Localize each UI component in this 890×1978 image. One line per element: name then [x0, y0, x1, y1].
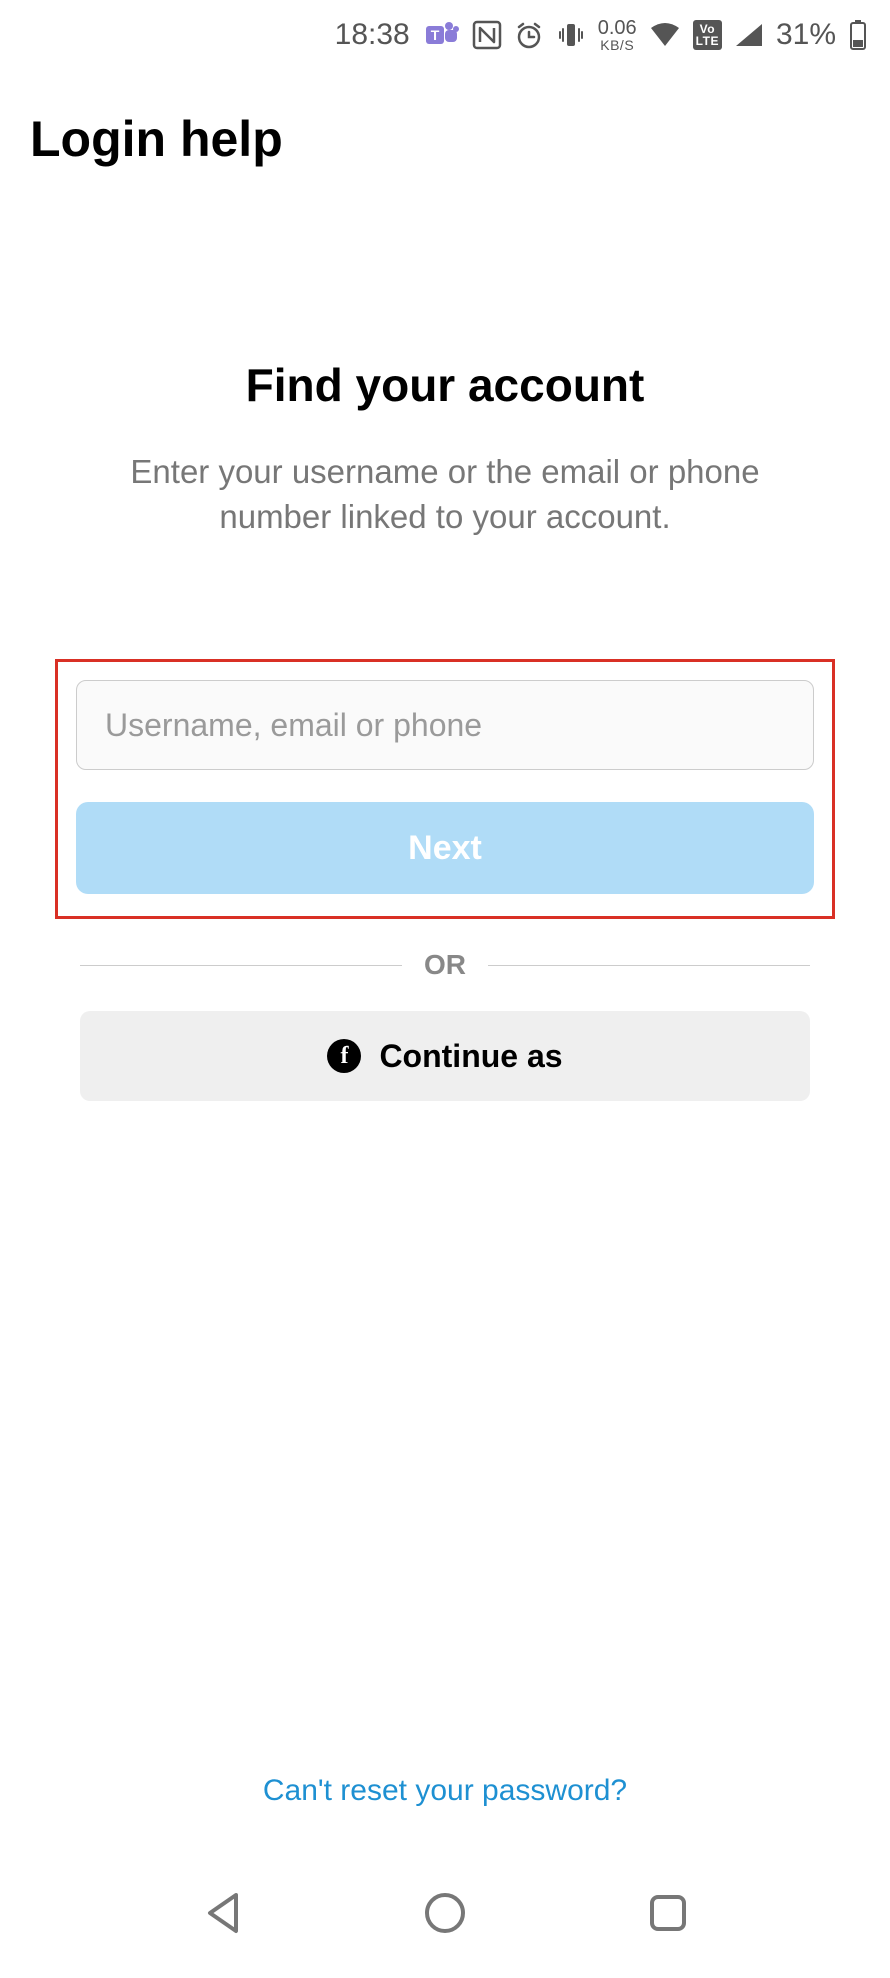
vibrate-icon — [556, 20, 586, 50]
volte-icon: Vo LTE — [693, 20, 722, 50]
facebook-icon: f — [327, 1039, 361, 1073]
highlight-box: Next — [55, 659, 835, 919]
or-label: OR — [424, 949, 466, 981]
identifier-input[interactable] — [76, 680, 814, 770]
main-content: Find your account Enter your username or… — [0, 168, 890, 1848]
continue-facebook-button[interactable]: f Continue as — [80, 1011, 810, 1101]
battery-percent: 31% — [776, 18, 836, 52]
nfc-icon — [472, 20, 502, 50]
cant-reset-link[interactable]: Can't reset your password? — [0, 1774, 890, 1848]
divider-line-left — [80, 965, 402, 966]
status-time: 18:38 — [335, 18, 410, 52]
status-bar: 18:38 T 0.06 KB/S Vo LTE 31% — [0, 0, 890, 70]
teams-icon: T — [426, 20, 460, 50]
next-button[interactable]: Next — [76, 802, 814, 894]
alarm-icon — [514, 20, 544, 50]
svg-text:T: T — [430, 27, 439, 43]
nav-recent-button[interactable] — [641, 1886, 696, 1941]
nav-back-button[interactable] — [194, 1886, 249, 1941]
divider-line-right — [488, 965, 810, 966]
divider-or: OR — [80, 949, 810, 981]
wifi-icon — [649, 22, 681, 48]
find-account-heading: Find your account — [0, 168, 890, 412]
battery-icon — [848, 19, 868, 51]
android-nav-bar — [0, 1848, 890, 1978]
find-account-subtext: Enter your username or the email or phon… — [0, 412, 890, 539]
nav-home-button[interactable] — [417, 1886, 472, 1941]
page-title: Login help — [0, 70, 890, 168]
network-speed: 0.06 KB/S — [598, 18, 637, 52]
continue-facebook-label: Continue as — [379, 1038, 562, 1075]
signal-icon — [734, 22, 764, 48]
